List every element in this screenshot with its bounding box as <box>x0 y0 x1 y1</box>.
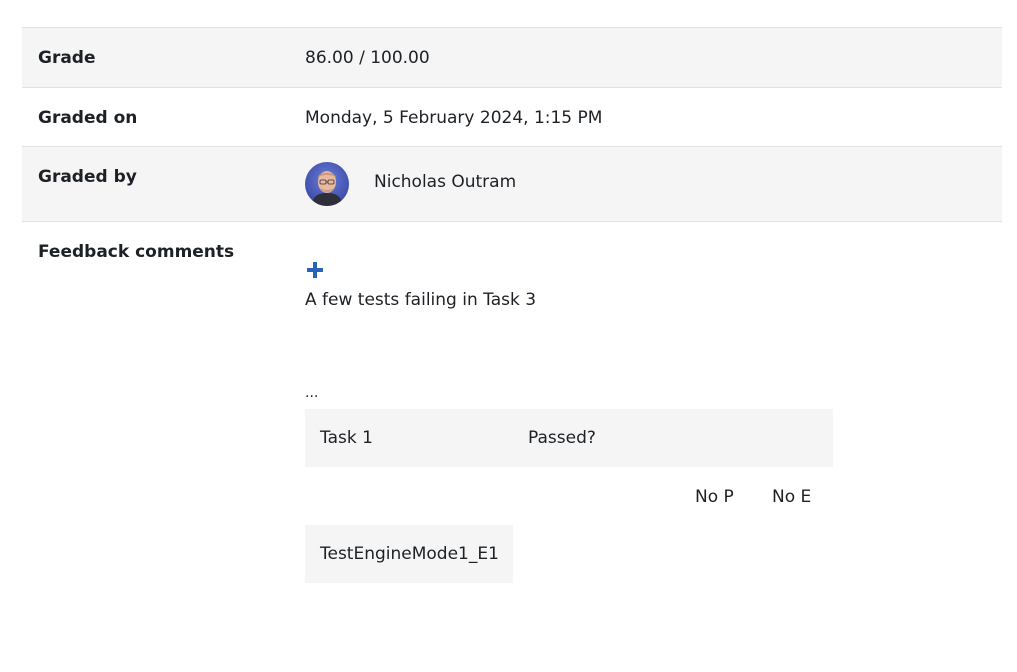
no-p-header: No P <box>695 487 734 507</box>
avatar-image <box>305 162 349 206</box>
feedback-ellipsis: ... <box>305 385 319 401</box>
feedback-text: A few tests failing in Task 3 <box>305 290 537 310</box>
grader-name: Nicholas Outram <box>374 172 517 192</box>
graded-on-row: Graded on Monday, 5 February 2024, 1:15 … <box>22 88 1002 147</box>
grade-row: Grade 86.00 / 100.00 <box>22 28 1002 88</box>
feedback-label: Feedback comments <box>38 242 235 262</box>
feedback-row: Feedback comments A few tests failing in… <box>22 222 1002 622</box>
no-e-header: No E <box>772 487 812 507</box>
graded-on-value: Monday, 5 February 2024, 1:15 PM <box>305 108 603 128</box>
graded-by-row: Graded by Nicholas Outram <box>22 147 1002 222</box>
test-name: TestEngineMode1_E1 <box>320 544 499 564</box>
avatar[interactable] <box>305 162 349 206</box>
grade-label: Grade <box>38 48 96 68</box>
graded-on-label: Graded on <box>38 108 138 128</box>
plus-icon[interactable] <box>305 260 325 280</box>
task-header-row: Task 1 Passed? <box>305 409 833 467</box>
grade-value: 86.00 / 100.00 <box>305 48 430 68</box>
task-name: Task 1 <box>320 428 373 448</box>
feedback-table: Grade 86.00 / 100.00 Graded on Monday, 5… <box>22 27 1002 622</box>
test-row: TestEngineMode1_E1 <box>305 525 513 583</box>
passed-header: Passed? <box>528 428 596 448</box>
graded-by-label: Graded by <box>38 167 137 187</box>
